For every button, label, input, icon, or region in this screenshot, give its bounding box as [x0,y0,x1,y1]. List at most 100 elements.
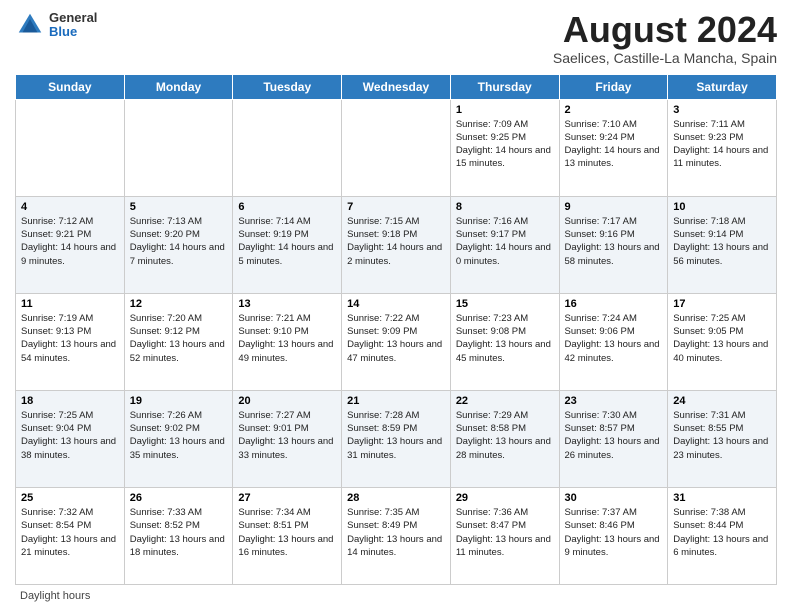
day-info: Sunrise: 7:34 AMSunset: 8:51 PMDaylight:… [238,506,336,559]
calendar-table: SundayMondayTuesdayWednesdayThursdayFrid… [15,74,777,585]
day-info: Sunrise: 7:16 AMSunset: 9:17 PMDaylight:… [456,215,554,268]
day-number: 21 [347,395,445,407]
day-info: Sunrise: 7:22 AMSunset: 9:09 PMDaylight:… [347,312,445,365]
day-number: 8 [456,201,554,213]
day-info: Sunrise: 7:23 AMSunset: 9:08 PMDaylight:… [456,312,554,365]
location: Saelices, Castille-La Mancha, Spain [553,50,777,66]
footer-note: Daylight hours [15,590,777,602]
month-year: August 2024 [553,10,777,50]
day-info: Sunrise: 7:31 AMSunset: 8:55 PMDaylight:… [673,409,771,462]
day-info: Sunrise: 7:15 AMSunset: 9:18 PMDaylight:… [347,215,445,268]
day-number: 16 [565,298,663,310]
day-number: 17 [673,298,771,310]
day-info: Sunrise: 7:17 AMSunset: 9:16 PMDaylight:… [565,215,663,268]
week-row-1: 1 Sunrise: 7:09 AMSunset: 9:25 PMDaylight… [16,99,777,196]
week-row-4: 18Sunrise: 7:25 AMSunset: 9:04 PMDayligh… [16,390,777,487]
day-header-saturday: Saturday [668,74,777,99]
day-number: 29 [456,492,554,504]
calendar-cell: 11Sunrise: 7:19 AMSunset: 9:13 PMDayligh… [16,293,125,390]
day-number: 14 [347,298,445,310]
day-info: Sunrise: 7:36 AMSunset: 8:47 PMDaylight:… [456,506,554,559]
calendar-cell: 14 Sunrise: 7:22 AMSunset: 9:09 PMDayligh… [342,293,451,390]
day-number: 30 [565,492,663,504]
day-info: Sunrise: 7:13 AMSunset: 9:20 PMDaylight:… [130,215,228,268]
calendar-cell: 5 Sunrise: 7:13 AMSunset: 9:20 PMDaylight… [124,196,233,293]
day-info: Sunrise: 7:09 AMSunset: 9:25 PMDaylight:… [456,118,554,171]
day-info: Sunrise: 7:10 AMSunset: 9:24 PMDaylight:… [565,118,663,171]
day-header-wednesday: Wednesday [342,74,451,99]
day-info: Sunrise: 7:26 AMSunset: 9:02 PMDaylight:… [130,409,228,462]
day-number: 26 [130,492,228,504]
header: General Blue August 2024 Saelices, Casti… [15,10,777,66]
calendar-cell: 15 Sunrise: 7:23 AMSunset: 9:08 PMDayligh… [450,293,559,390]
day-number: 24 [673,395,771,407]
day-info: Sunrise: 7:35 AMSunset: 8:49 PMDaylight:… [347,506,445,559]
logo-blue: Blue [49,25,97,39]
calendar-cell: 4 Sunrise: 7:12 AMSunset: 9:21 PMDaylight… [16,196,125,293]
day-header-tuesday: Tuesday [233,74,342,99]
calendar-cell: 12 Sunrise: 7:20 AMSunset: 9:12 PMDayligh… [124,293,233,390]
day-number: 20 [238,395,336,407]
calendar-cell: 19Sunrise: 7:26 AMSunset: 9:02 PMDayligh… [124,390,233,487]
calendar-cell: 18Sunrise: 7:25 AMSunset: 9:04 PMDayligh… [16,390,125,487]
day-info: Sunrise: 7:24 AMSunset: 9:06 PMDaylight:… [565,312,663,365]
day-header-sunday: Sunday [16,74,125,99]
calendar-cell: 10 Sunrise: 7:18 AMSunset: 9:14 PMDayligh… [668,196,777,293]
day-info: Sunrise: 7:21 AMSunset: 9:10 PMDaylight:… [238,312,336,365]
day-info: Sunrise: 7:27 AMSunset: 9:01 PMDaylight:… [238,409,336,462]
day-number: 10 [673,201,771,213]
logo: General Blue [15,10,97,40]
calendar-cell [16,99,125,196]
day-info: Sunrise: 7:33 AMSunset: 8:52 PMDaylight:… [130,506,228,559]
logo-general: General [49,11,97,25]
day-header-thursday: Thursday [450,74,559,99]
calendar-cell: 9 Sunrise: 7:17 AMSunset: 9:16 PMDaylight… [559,196,668,293]
day-info: Sunrise: 7:18 AMSunset: 9:14 PMDaylight:… [673,215,771,268]
logo-text: General Blue [49,11,97,40]
day-info: Sunrise: 7:30 AMSunset: 8:57 PMDaylight:… [565,409,663,462]
day-number: 31 [673,492,771,504]
day-number: 5 [130,201,228,213]
week-row-3: 11Sunrise: 7:19 AMSunset: 9:13 PMDayligh… [16,293,777,390]
calendar-cell: 2 Sunrise: 7:10 AMSunset: 9:24 PMDaylight… [559,99,668,196]
day-info: Sunrise: 7:37 AMSunset: 8:46 PMDaylight:… [565,506,663,559]
day-number: 3 [673,104,771,116]
calendar-cell [124,99,233,196]
calendar-cell: 30 Sunrise: 7:37 AMSunset: 8:46 PMDayligh… [559,487,668,584]
day-number: 27 [238,492,336,504]
day-number: 4 [21,201,119,213]
calendar-cell: 1 Sunrise: 7:09 AMSunset: 9:25 PMDaylight… [450,99,559,196]
calendar-cell: 31Sunrise: 7:38 AMSunset: 8:44 PMDayligh… [668,487,777,584]
day-info: Sunrise: 7:19 AMSunset: 9:13 PMDaylight:… [21,312,119,365]
day-info: Sunrise: 7:14 AMSunset: 9:19 PMDaylight:… [238,215,336,268]
day-number: 23 [565,395,663,407]
week-row-5: 25 Sunrise: 7:32 AMSunset: 8:54 PMDayligh… [16,487,777,584]
calendar-cell: 26 Sunrise: 7:33 AMSunset: 8:52 PMDayligh… [124,487,233,584]
day-number: 15 [456,298,554,310]
day-info: Sunrise: 7:32 AMSunset: 8:54 PMDaylight:… [21,506,119,559]
day-info: Sunrise: 7:12 AMSunset: 9:21 PMDaylight:… [21,215,119,268]
day-number: 18 [21,395,119,407]
day-header-monday: Monday [124,74,233,99]
day-number: 12 [130,298,228,310]
calendar-cell: 20 Sunrise: 7:27 AMSunset: 9:01 PMDayligh… [233,390,342,487]
day-info: Sunrise: 7:11 AMSunset: 9:23 PMDaylight:… [673,118,771,171]
calendar-cell: 16 Sunrise: 7:24 AMSunset: 9:06 PMDayligh… [559,293,668,390]
calendar-cell: 29 Sunrise: 7:36 AMSunset: 8:47 PMDayligh… [450,487,559,584]
calendar-cell: 6 Sunrise: 7:14 AMSunset: 9:19 PMDaylight… [233,196,342,293]
calendar-cell: 7Sunrise: 7:15 AMSunset: 9:18 PMDaylight… [342,196,451,293]
day-info: Sunrise: 7:20 AMSunset: 9:12 PMDaylight:… [130,312,228,365]
day-number: 6 [238,201,336,213]
day-number: 1 [456,104,554,116]
calendar-cell: 21 Sunrise: 7:28 AMSunset: 8:59 PMDayligh… [342,390,451,487]
week-row-2: 4 Sunrise: 7:12 AMSunset: 9:21 PMDaylight… [16,196,777,293]
day-number: 25 [21,492,119,504]
calendar-cell: 17Sunrise: 7:25 AMSunset: 9:05 PMDayligh… [668,293,777,390]
calendar-cell: 23 Sunrise: 7:30 AMSunset: 8:57 PMDayligh… [559,390,668,487]
calendar-cell: 8 Sunrise: 7:16 AMSunset: 9:17 PMDaylight… [450,196,559,293]
day-number: 9 [565,201,663,213]
calendar-cell [233,99,342,196]
calendar-cell [342,99,451,196]
day-number: 2 [565,104,663,116]
day-info: Sunrise: 7:28 AMSunset: 8:59 PMDaylight:… [347,409,445,462]
